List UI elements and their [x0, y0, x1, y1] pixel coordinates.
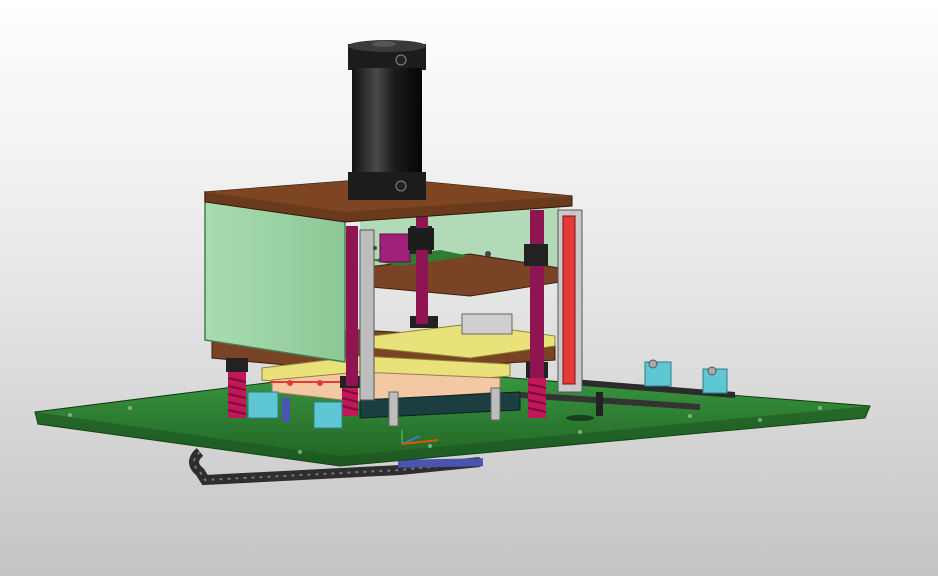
spring-mid [341, 384, 359, 416]
pneumatic-cylinder [348, 40, 426, 200]
press-block [379, 233, 411, 263]
cad-viewport[interactable] [0, 0, 938, 576]
vertical-rail-left [359, 229, 375, 401]
spring-left [227, 372, 247, 418]
red-rail [562, 215, 576, 385]
spring-right [527, 378, 547, 418]
cad-model-view [34, 40, 871, 486]
